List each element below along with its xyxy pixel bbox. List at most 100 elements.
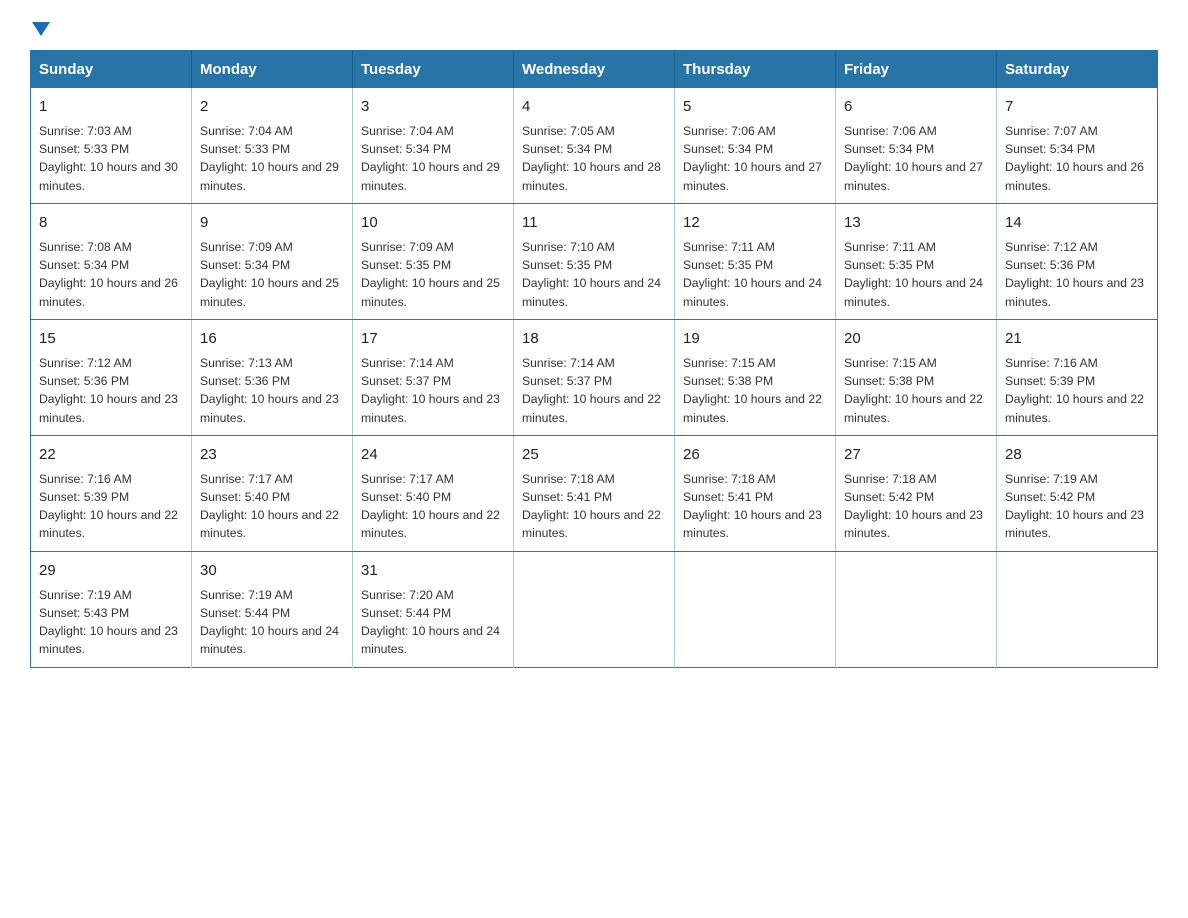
- calendar-cell: [997, 551, 1158, 667]
- weekday-header-friday: Friday: [836, 51, 997, 89]
- day-number: 22: [39, 444, 183, 466]
- day-info: Sunrise: 7:13 AMSunset: 5:36 PMDaylight:…: [200, 356, 339, 425]
- day-number: 16: [200, 328, 344, 350]
- day-number: 5: [683, 96, 827, 118]
- day-info: Sunrise: 7:04 AMSunset: 5:34 PMDaylight:…: [361, 124, 500, 193]
- day-info: Sunrise: 7:11 AMSunset: 5:35 PMDaylight:…: [683, 240, 822, 309]
- day-number: 17: [361, 328, 505, 350]
- page-header: [30, 20, 1158, 34]
- calendar-cell: 8 Sunrise: 7:08 AMSunset: 5:34 PMDayligh…: [31, 203, 192, 319]
- weekday-header-thursday: Thursday: [675, 51, 836, 89]
- day-info: Sunrise: 7:09 AMSunset: 5:34 PMDaylight:…: [200, 240, 339, 309]
- day-number: 8: [39, 212, 183, 234]
- day-info: Sunrise: 7:07 AMSunset: 5:34 PMDaylight:…: [1005, 124, 1144, 193]
- calendar-cell: 16 Sunrise: 7:13 AMSunset: 5:36 PMDaylig…: [192, 319, 353, 435]
- weekday-header-tuesday: Tuesday: [353, 51, 514, 89]
- day-info: Sunrise: 7:12 AMSunset: 5:36 PMDaylight:…: [39, 356, 178, 425]
- calendar-week-row: 29 Sunrise: 7:19 AMSunset: 5:43 PMDaylig…: [31, 551, 1158, 667]
- calendar-cell: 10 Sunrise: 7:09 AMSunset: 5:35 PMDaylig…: [353, 203, 514, 319]
- day-info: Sunrise: 7:17 AMSunset: 5:40 PMDaylight:…: [200, 472, 339, 541]
- calendar-cell: 27 Sunrise: 7:18 AMSunset: 5:42 PMDaylig…: [836, 435, 997, 551]
- calendar-table: SundayMondayTuesdayWednesdayThursdayFrid…: [30, 50, 1158, 668]
- day-number: 4: [522, 96, 666, 118]
- day-number: 1: [39, 96, 183, 118]
- day-info: Sunrise: 7:04 AMSunset: 5:33 PMDaylight:…: [200, 124, 339, 193]
- day-number: 31: [361, 560, 505, 582]
- day-info: Sunrise: 7:17 AMSunset: 5:40 PMDaylight:…: [361, 472, 500, 541]
- weekday-header-wednesday: Wednesday: [514, 51, 675, 89]
- day-number: 29: [39, 560, 183, 582]
- day-info: Sunrise: 7:18 AMSunset: 5:41 PMDaylight:…: [522, 472, 661, 541]
- calendar-cell: 19 Sunrise: 7:15 AMSunset: 5:38 PMDaylig…: [675, 319, 836, 435]
- calendar-cell: 30 Sunrise: 7:19 AMSunset: 5:44 PMDaylig…: [192, 551, 353, 667]
- day-number: 6: [844, 96, 988, 118]
- day-info: Sunrise: 7:18 AMSunset: 5:42 PMDaylight:…: [844, 472, 983, 541]
- calendar-cell: [675, 551, 836, 667]
- calendar-cell: 17 Sunrise: 7:14 AMSunset: 5:37 PMDaylig…: [353, 319, 514, 435]
- calendar-cell: 5 Sunrise: 7:06 AMSunset: 5:34 PMDayligh…: [675, 88, 836, 203]
- calendar-cell: 1 Sunrise: 7:03 AMSunset: 5:33 PMDayligh…: [31, 88, 192, 203]
- day-info: Sunrise: 7:16 AMSunset: 5:39 PMDaylight:…: [1005, 356, 1144, 425]
- day-number: 19: [683, 328, 827, 350]
- logo-arrow-icon: [32, 22, 50, 36]
- day-info: Sunrise: 7:08 AMSunset: 5:34 PMDaylight:…: [39, 240, 178, 309]
- day-number: 21: [1005, 328, 1149, 350]
- calendar-cell: 12 Sunrise: 7:11 AMSunset: 5:35 PMDaylig…: [675, 203, 836, 319]
- day-number: 15: [39, 328, 183, 350]
- day-info: Sunrise: 7:14 AMSunset: 5:37 PMDaylight:…: [522, 356, 661, 425]
- day-info: Sunrise: 7:18 AMSunset: 5:41 PMDaylight:…: [683, 472, 822, 541]
- calendar-cell: 28 Sunrise: 7:19 AMSunset: 5:42 PMDaylig…: [997, 435, 1158, 551]
- day-number: 26: [683, 444, 827, 466]
- calendar-cell: 11 Sunrise: 7:10 AMSunset: 5:35 PMDaylig…: [514, 203, 675, 319]
- calendar-cell: 22 Sunrise: 7:16 AMSunset: 5:39 PMDaylig…: [31, 435, 192, 551]
- day-number: 23: [200, 444, 344, 466]
- calendar-cell: 20 Sunrise: 7:15 AMSunset: 5:38 PMDaylig…: [836, 319, 997, 435]
- calendar-cell: 4 Sunrise: 7:05 AMSunset: 5:34 PMDayligh…: [514, 88, 675, 203]
- day-number: 2: [200, 96, 344, 118]
- day-info: Sunrise: 7:16 AMSunset: 5:39 PMDaylight:…: [39, 472, 178, 541]
- calendar-cell: 21 Sunrise: 7:16 AMSunset: 5:39 PMDaylig…: [997, 319, 1158, 435]
- calendar-cell: 23 Sunrise: 7:17 AMSunset: 5:40 PMDaylig…: [192, 435, 353, 551]
- calendar-cell: [514, 551, 675, 667]
- calendar-week-row: 22 Sunrise: 7:16 AMSunset: 5:39 PMDaylig…: [31, 435, 1158, 551]
- day-info: Sunrise: 7:14 AMSunset: 5:37 PMDaylight:…: [361, 356, 500, 425]
- calendar-week-row: 8 Sunrise: 7:08 AMSunset: 5:34 PMDayligh…: [31, 203, 1158, 319]
- day-number: 18: [522, 328, 666, 350]
- day-info: Sunrise: 7:06 AMSunset: 5:34 PMDaylight:…: [844, 124, 983, 193]
- day-info: Sunrise: 7:20 AMSunset: 5:44 PMDaylight:…: [361, 588, 500, 657]
- calendar-cell: 7 Sunrise: 7:07 AMSunset: 5:34 PMDayligh…: [997, 88, 1158, 203]
- day-number: 12: [683, 212, 827, 234]
- day-number: 3: [361, 96, 505, 118]
- day-number: 11: [522, 212, 666, 234]
- day-number: 28: [1005, 444, 1149, 466]
- calendar-cell: 24 Sunrise: 7:17 AMSunset: 5:40 PMDaylig…: [353, 435, 514, 551]
- day-number: 7: [1005, 96, 1149, 118]
- logo: [30, 20, 50, 34]
- weekday-header-saturday: Saturday: [997, 51, 1158, 89]
- calendar-cell: 18 Sunrise: 7:14 AMSunset: 5:37 PMDaylig…: [514, 319, 675, 435]
- calendar-cell: [836, 551, 997, 667]
- weekday-header-monday: Monday: [192, 51, 353, 89]
- calendar-cell: 15 Sunrise: 7:12 AMSunset: 5:36 PMDaylig…: [31, 319, 192, 435]
- calendar-cell: 31 Sunrise: 7:20 AMSunset: 5:44 PMDaylig…: [353, 551, 514, 667]
- day-number: 13: [844, 212, 988, 234]
- calendar-cell: 2 Sunrise: 7:04 AMSunset: 5:33 PMDayligh…: [192, 88, 353, 203]
- calendar-cell: 3 Sunrise: 7:04 AMSunset: 5:34 PMDayligh…: [353, 88, 514, 203]
- day-number: 24: [361, 444, 505, 466]
- day-info: Sunrise: 7:09 AMSunset: 5:35 PMDaylight:…: [361, 240, 500, 309]
- calendar-cell: 26 Sunrise: 7:18 AMSunset: 5:41 PMDaylig…: [675, 435, 836, 551]
- day-info: Sunrise: 7:15 AMSunset: 5:38 PMDaylight:…: [683, 356, 822, 425]
- calendar-cell: 13 Sunrise: 7:11 AMSunset: 5:35 PMDaylig…: [836, 203, 997, 319]
- day-info: Sunrise: 7:11 AMSunset: 5:35 PMDaylight:…: [844, 240, 983, 309]
- day-number: 25: [522, 444, 666, 466]
- calendar-cell: 6 Sunrise: 7:06 AMSunset: 5:34 PMDayligh…: [836, 88, 997, 203]
- calendar-week-row: 1 Sunrise: 7:03 AMSunset: 5:33 PMDayligh…: [31, 88, 1158, 203]
- day-number: 30: [200, 560, 344, 582]
- day-number: 27: [844, 444, 988, 466]
- calendar-cell: 9 Sunrise: 7:09 AMSunset: 5:34 PMDayligh…: [192, 203, 353, 319]
- calendar-week-row: 15 Sunrise: 7:12 AMSunset: 5:36 PMDaylig…: [31, 319, 1158, 435]
- day-info: Sunrise: 7:19 AMSunset: 5:44 PMDaylight:…: [200, 588, 339, 657]
- day-number: 20: [844, 328, 988, 350]
- day-info: Sunrise: 7:12 AMSunset: 5:36 PMDaylight:…: [1005, 240, 1144, 309]
- calendar-cell: 14 Sunrise: 7:12 AMSunset: 5:36 PMDaylig…: [997, 203, 1158, 319]
